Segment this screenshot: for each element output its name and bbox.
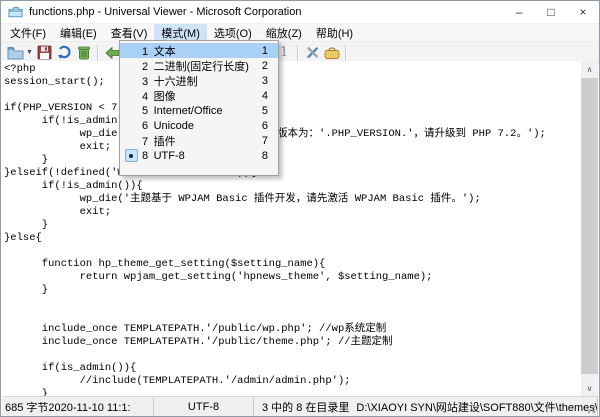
mode-menu-item-plugins[interactable]: 7 插件 7 (120, 133, 278, 148)
code-line: }elseif(!defined('WPJAM_BASIC_PLUGIN')){ (4, 167, 580, 180)
app-icon (8, 6, 23, 18)
code-line: } (4, 154, 580, 167)
menu-item-gutter (120, 149, 142, 162)
editor-area: <?phpsession_start(); if(PHP_VERSION < 7… (2, 61, 598, 396)
code-line: wp_die('主题要求更高版本，当前 PHP 版本为：'.PHP_VERSIO… (4, 128, 580, 141)
code-view[interactable]: <?phpsession_start(); if(PHP_VERSION < 7… (4, 63, 580, 396)
menubar-item-help[interactable]: 帮助(H) (309, 24, 360, 41)
open-dropdown-arrow-icon[interactable]: ▼ (25, 44, 34, 62)
title-bar: functions.php - Universal Viewer - Micro… (1, 1, 599, 24)
menu-item-label: 1 文本 (142, 43, 176, 59)
menu-item-label: 3 十六进制 (142, 73, 198, 89)
code-line: exit; (4, 141, 580, 154)
code-line: if(PHP_VERSION < 7.2){ (4, 102, 580, 115)
menubar-item-mode[interactable]: 模式(M) (154, 24, 207, 41)
menubar-item-file[interactable]: 文件(F) (3, 24, 53, 41)
code-line (4, 89, 580, 102)
status-position-info: 3 中的 8 在目录里 (262, 399, 349, 415)
code-line (4, 310, 580, 323)
scrollbar-thumb[interactable] (581, 78, 598, 374)
status-bar: 685 字节2020-11-10 11:1: UTF-8 3 中的 8 在目录里… (2, 396, 598, 416)
status-file-path: D:\XIAOYI SYN\网站建设\SOFT880\文件\themes\hpn… (356, 399, 598, 415)
mode-menu-item-binary[interactable]: 2 二进制(固定行长度) 2 (120, 58, 278, 73)
code-line (4, 297, 580, 310)
mode-menu-item-internet-office[interactable]: 5 Internet/Office 5 (120, 103, 278, 118)
mode-menu-item-utf8[interactable]: 8 UTF-8 8 (120, 148, 278, 163)
window-controls: – □ × (503, 1, 599, 23)
menu-item-label: 7 插件 (142, 133, 176, 149)
scroll-up-icon[interactable]: ∧ (581, 61, 598, 77)
vertical-scrollbar[interactable]: ∧ ∨ (581, 61, 598, 396)
code-line: include_once TEMPLATEPATH.'/public/wp.ph… (4, 323, 580, 336)
menu-item-shortcut: 4 (262, 90, 278, 102)
package-icon[interactable] (322, 44, 342, 62)
resize-grip[interactable] (585, 403, 597, 415)
code-line: } (4, 219, 580, 232)
code-line: if(is_admin()){ (4, 362, 580, 375)
toolbar-separator (345, 45, 347, 61)
mode-dropdown-menu: 1 文本12 二进制(固定行长度)23 十六进制34 图像45 Internet… (119, 40, 279, 176)
menu-item-shortcut: 3 (262, 75, 278, 87)
menubar-item-options[interactable]: 选项(O) (207, 24, 259, 41)
mode-menu-item-unicode[interactable]: 6 Unicode 6 (120, 118, 278, 133)
menubar-item-zoom[interactable]: 缩放(Z) (259, 24, 309, 41)
menu-item-label: 8 UTF-8 (142, 150, 185, 162)
menu-item-label: 4 图像 (142, 88, 176, 104)
menu-item-shortcut: 7 (262, 135, 278, 147)
close-button[interactable]: × (567, 1, 599, 23)
code-line: return wpjam_get_setting('hpnews_theme',… (4, 271, 580, 284)
mode-menu-item-hex[interactable]: 3 十六进制 3 (120, 73, 278, 88)
menu-bar: 文件(F)编辑(E)查看(V)模式(M)选项(O)缩放(Z)帮助(H) (1, 24, 599, 42)
tools-icon[interactable] (302, 44, 322, 62)
menu-item-label: 6 Unicode (142, 120, 194, 132)
code-line: } (4, 284, 580, 297)
menu-item-label: 5 Internet/Office (142, 105, 223, 117)
app-window: functions.php - Universal Viewer - Micro… (0, 0, 600, 417)
menu-item-shortcut: 8 (262, 150, 278, 162)
menu-item-label: 2 二进制(固定行长度) (142, 58, 249, 74)
code-line: }else{ (4, 232, 580, 245)
mode-menu-item-image[interactable]: 4 图像 4 (120, 88, 278, 103)
code-line: <?php (4, 63, 580, 76)
code-line: } (4, 388, 580, 396)
open-folder-icon[interactable] (5, 44, 25, 62)
menu-item-shortcut: 6 (262, 120, 278, 132)
toolbar-separator (297, 45, 299, 61)
code-line: if(!is_admin()){ (4, 180, 580, 193)
menu-item-shortcut: 2 (262, 60, 278, 72)
menubar-item-view[interactable]: 查看(V) (104, 24, 155, 41)
toolbar-separator (97, 45, 99, 61)
code-line: session_start(); (4, 76, 580, 89)
code-line (4, 349, 580, 362)
code-line: wp_die('主题基于 WPJAM Basic 插件开发，请先激活 WPJAM… (4, 193, 580, 206)
code-line: //include(TEMPLATEPATH.'/admin/admin.php… (4, 375, 580, 388)
code-line: function hp_theme_get_setting($setting_n… (4, 258, 580, 271)
mode-menu-item-text[interactable]: 1 文本 1 (120, 43, 278, 58)
menu-item-shortcut: 5 (262, 105, 278, 117)
code-line: exit; (4, 206, 580, 219)
status-encoding: UTF-8 (154, 397, 254, 416)
status-file-info: 685 字节2020-11-10 11:1: (2, 397, 154, 416)
status-position-and-path: 3 中的 8 在目录里 D:\XIAOYI SYN\网站建设\SOFT880\文… (254, 397, 598, 416)
scroll-down-icon[interactable]: ∨ (581, 380, 598, 396)
maximize-button[interactable]: □ (535, 1, 567, 23)
code-line: if(!is_admin()){ (4, 115, 580, 128)
menubar-item-edit[interactable]: 编辑(E) (53, 24, 104, 41)
code-line: include_once TEMPLATEPATH.'/public/theme… (4, 336, 580, 349)
minimize-button[interactable]: – (503, 1, 535, 23)
menu-item-shortcut: 1 (262, 45, 278, 57)
selected-radio-icon (125, 149, 138, 162)
save-icon[interactable] (34, 44, 54, 62)
code-line (4, 245, 580, 258)
trash-icon[interactable] (74, 44, 94, 62)
reload-icon[interactable] (54, 44, 74, 62)
window-title: functions.php - Universal Viewer - Micro… (29, 6, 301, 18)
